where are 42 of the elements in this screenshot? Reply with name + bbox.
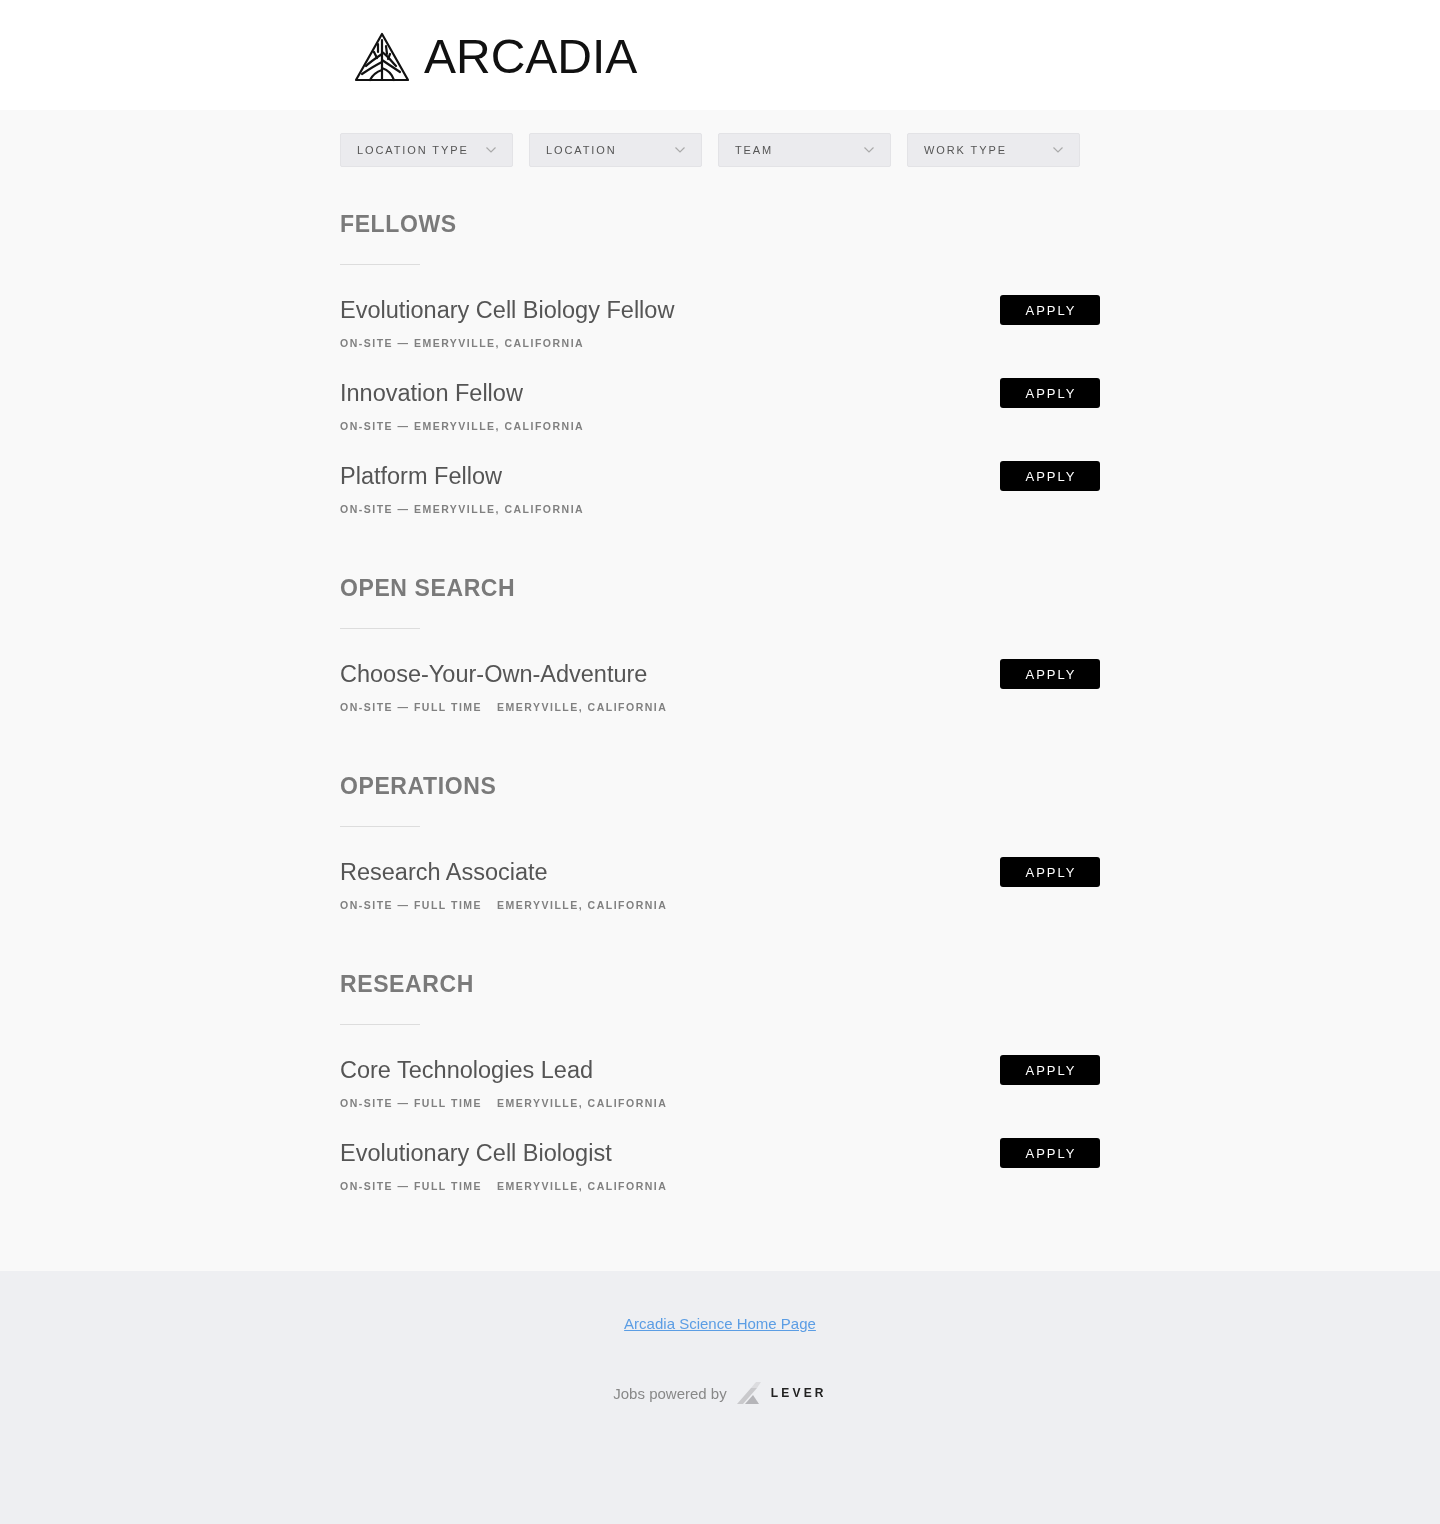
apply-button[interactable]: APPLY xyxy=(1000,295,1100,325)
job-meta-text: EMERYVILLE, CALIFORNIA xyxy=(497,700,668,715)
chevron-down-icon xyxy=(864,147,874,153)
section-heading: OPEN SEARCH xyxy=(340,574,516,603)
brand-wordmark: LEVER xyxy=(770,1386,827,1400)
filter-dropdown[interactable]: TEAM xyxy=(718,133,891,167)
filter-dropdown[interactable]: WORK TYPE xyxy=(907,133,1080,167)
chevron-down-icon xyxy=(486,147,496,153)
tree-triangle-logo-icon xyxy=(354,32,410,82)
job-meta-text: ON-SITE — EMERYVILLE, CALIFORNIA xyxy=(340,419,585,434)
job-title-link[interactable]: Research Associate xyxy=(340,858,548,886)
section-heading: OPERATIONS xyxy=(340,772,497,801)
filter-dropdown[interactable]: LOCATION xyxy=(529,133,702,167)
job-meta-text: ON-SITE — FULL TIME xyxy=(340,1179,483,1194)
job-title-link[interactable]: Choose-Your-Own-Adventure xyxy=(340,660,648,688)
apply-button[interactable]: APPLY xyxy=(1000,1138,1100,1168)
job-meta-text: ON-SITE — FULL TIME xyxy=(340,898,483,913)
apply-button[interactable]: APPLY xyxy=(1000,857,1100,887)
apply-button[interactable]: APPLY xyxy=(1000,659,1100,689)
filter-dropdown[interactable]: LOCATION TYPE xyxy=(340,133,513,167)
chevron-down-icon xyxy=(1053,147,1063,153)
job-title-link[interactable]: Evolutionary Cell Biologist xyxy=(340,1139,612,1167)
job-title-link[interactable]: Platform Fellow xyxy=(340,462,502,490)
logo-wordmark: ARCADIA xyxy=(424,33,638,81)
job-title-link[interactable]: Innovation Fellow xyxy=(340,379,523,407)
job-title-link[interactable]: Core Technologies Lead xyxy=(340,1056,594,1084)
job-meta-text: ON-SITE — FULL TIME xyxy=(340,700,483,715)
section-heading: RESEARCH xyxy=(340,970,474,999)
job-title-link[interactable]: Evolutionary Cell Biology Fellow xyxy=(340,296,675,324)
apply-button[interactable]: APPLY xyxy=(1000,378,1100,408)
apply-button[interactable]: APPLY xyxy=(1000,1055,1100,1085)
apply-button[interactable]: APPLY xyxy=(1000,461,1100,491)
job-meta-text: EMERYVILLE, CALIFORNIA xyxy=(497,1179,668,1194)
job-meta-text: EMERYVILLE, CALIFORNIA xyxy=(497,1096,668,1111)
section-heading: FELLOWS xyxy=(340,210,457,239)
job-meta-text: ON-SITE — FULL TIME xyxy=(340,1096,483,1111)
powered-by-text: Jobs powered by xyxy=(613,1384,727,1402)
chevron-down-icon xyxy=(675,147,685,153)
job-meta-text: ON-SITE — EMERYVILLE, CALIFORNIA xyxy=(340,502,585,517)
job-meta-text: EMERYVILLE, CALIFORNIA xyxy=(497,898,668,913)
lever-logo-icon xyxy=(736,1382,763,1404)
job-meta-text: ON-SITE — EMERYVILLE, CALIFORNIA xyxy=(340,336,585,351)
